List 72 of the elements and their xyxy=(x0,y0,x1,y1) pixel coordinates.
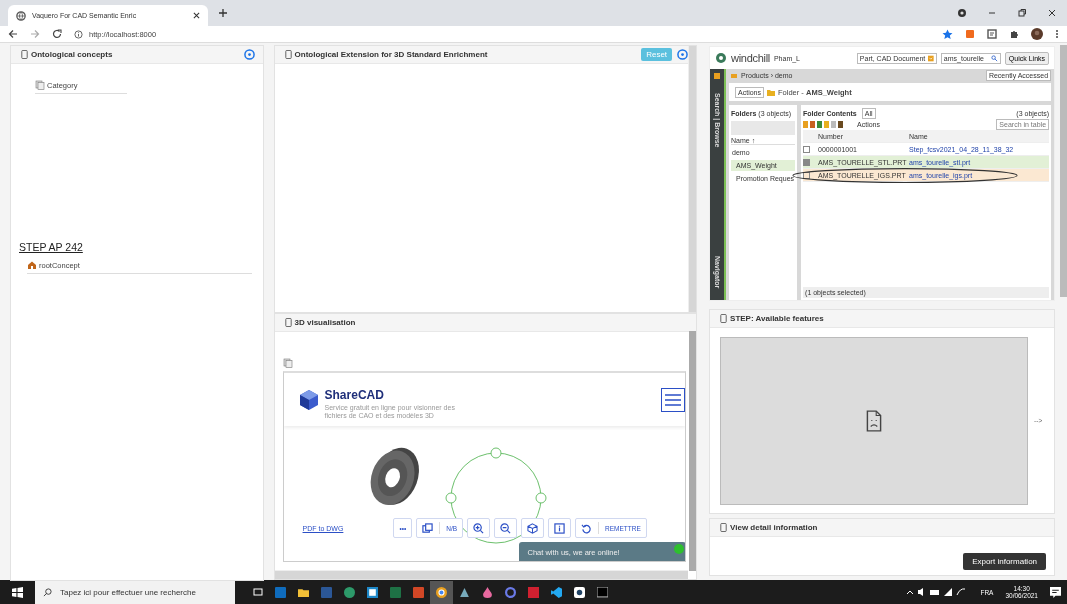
detail-panel: View detail information Export information xyxy=(709,518,1056,576)
sidebar-tab-icon[interactable] xyxy=(714,73,721,79)
cube-logo-icon xyxy=(298,388,319,411)
tablet-icon xyxy=(720,314,728,323)
folder-icon[interactable] xyxy=(298,586,309,598)
notification-icon[interactable] xyxy=(1050,586,1061,598)
lock-icon xyxy=(731,72,738,78)
scrollbar[interactable] xyxy=(688,46,697,312)
taskbar-search-field[interactable]: Tapez ici pour effectuer une recherche xyxy=(35,580,235,604)
info-icon xyxy=(554,522,566,534)
back-icon[interactable] xyxy=(8,29,18,39)
search-icon xyxy=(43,587,52,597)
help-icon[interactable] xyxy=(243,49,255,60)
new-tab-icon[interactable] xyxy=(218,8,228,18)
standard-heading[interactable]: STEP AP 242 xyxy=(19,241,83,253)
tablet-icon xyxy=(21,50,28,59)
info-icon xyxy=(74,29,83,39)
viewer-tool-button[interactable] xyxy=(494,518,518,538)
tablet-icon xyxy=(284,50,292,59)
export-button[interactable]: Export information xyxy=(963,553,1047,570)
tablet-icon xyxy=(720,523,728,532)
app-icon[interactable] xyxy=(459,586,470,598)
globe-icon xyxy=(16,10,26,21)
pages-icon xyxy=(35,80,45,90)
close-icon[interactable] xyxy=(193,12,200,19)
cube-icon xyxy=(527,522,539,534)
viewer-tool-button[interactable] xyxy=(548,518,572,538)
restore-icon[interactable] xyxy=(1017,8,1027,18)
code-editor-icon[interactable] xyxy=(551,586,562,598)
folders-toolbar xyxy=(731,121,796,135)
pages-icon xyxy=(282,358,293,368)
close-icon[interactable] xyxy=(1047,8,1057,18)
browser-icon[interactable] xyxy=(430,580,453,604)
extension-icon[interactable] xyxy=(965,29,975,39)
scrollbar[interactable] xyxy=(689,331,697,571)
menu-icon xyxy=(665,393,682,406)
app-icon[interactable] xyxy=(574,586,585,598)
viewer-tool-button[interactable] xyxy=(521,518,545,538)
menu-button[interactable] xyxy=(661,387,686,412)
broken-page-icon xyxy=(866,409,883,432)
rotate-icon xyxy=(581,522,593,534)
windchill-logo: windchill xyxy=(731,52,770,64)
task-view-icon[interactable] xyxy=(253,587,263,597)
zoom-in-icon xyxy=(473,522,485,534)
record-icon[interactable] xyxy=(957,8,967,18)
help-icon[interactable] xyxy=(677,49,689,60)
viewer-tool-button[interactable] xyxy=(467,518,491,538)
reload-icon[interactable] xyxy=(52,29,62,39)
drop-icon[interactable] xyxy=(482,586,493,598)
house-icon xyxy=(27,260,37,270)
zoom-out-icon xyxy=(500,522,512,534)
app-icon[interactable] xyxy=(367,586,378,598)
more-icon[interactable] xyxy=(1055,29,1059,39)
scrollbar[interactable] xyxy=(274,570,689,579)
windows-start-icon[interactable] xyxy=(12,586,23,598)
avatar-icon[interactable] xyxy=(1031,28,1043,40)
extension-panel: Ontological Extension for 3D Standard Enrichment Reset xyxy=(273,45,698,313)
tablet-icon xyxy=(284,318,292,327)
puzzle-icon[interactable] xyxy=(1009,29,1019,39)
brand-name: ShareCAD xyxy=(324,387,385,402)
folder-icon xyxy=(767,88,776,96)
online-dot-icon xyxy=(673,544,684,554)
extension-icon[interactable] xyxy=(987,29,997,39)
dropdown-icon xyxy=(928,54,934,62)
terminal-icon[interactable] xyxy=(597,586,608,598)
tray-icons-drawing xyxy=(906,587,967,597)
gear-logo-icon xyxy=(715,52,728,64)
search-icon xyxy=(990,54,998,62)
scrollbar[interactable] xyxy=(1060,45,1067,297)
layers-icon xyxy=(422,522,434,534)
globe-icon[interactable] xyxy=(344,586,355,598)
star-icon[interactable] xyxy=(942,28,953,40)
